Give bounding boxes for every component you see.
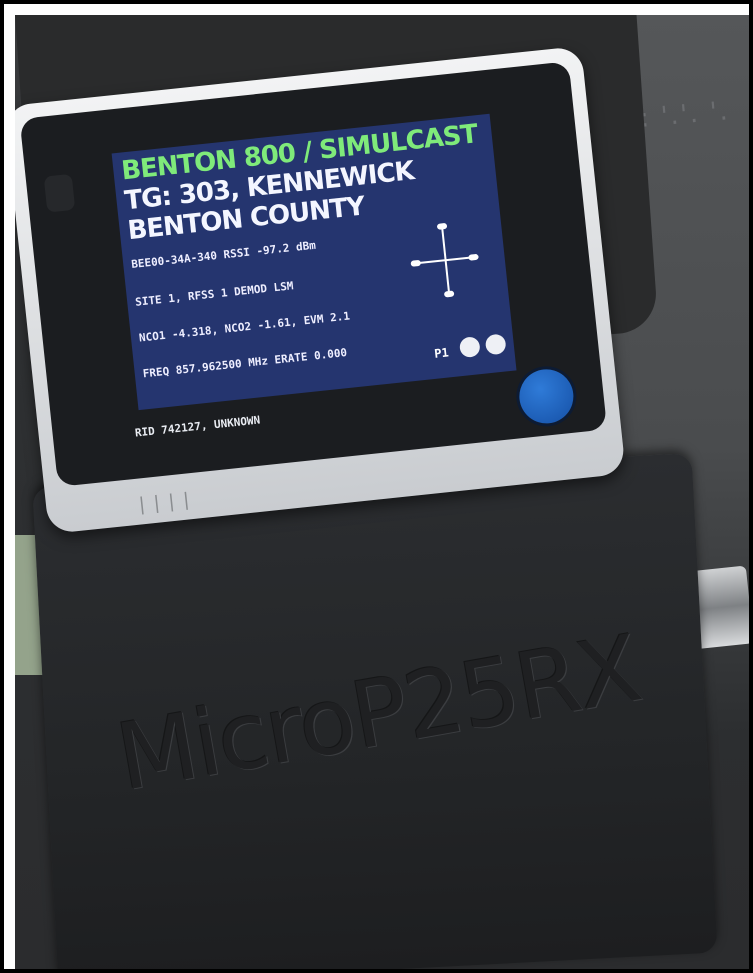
status-led-icon [458, 336, 481, 359]
photo: : '.'. '. MicroP25RX BENTON 800 / SIMULC… [15, 15, 749, 969]
constellation-point-right [468, 253, 479, 261]
receiver-case: MicroP25RX [32, 453, 718, 969]
case-embossed-label: MicroP25RX [109, 614, 648, 812]
screen-nco-evm: NCO1 -4.318, NCO2 -1.61, EVM 2.1 [138, 309, 351, 345]
constellation-point-top [436, 222, 448, 230]
lcd-screen: BENTON 800 / SIMULCAST TG: 303, KENNEWIC… [111, 113, 517, 411]
constellation-point-left [410, 259, 422, 267]
display-device: BENTON 800 / SIMULCAST TG: 303, KENNEWIC… [15, 45, 626, 535]
camera-icon [43, 173, 76, 213]
constellation-plot-icon [407, 218, 485, 305]
constellation-point-bottom [443, 290, 455, 298]
screen-freq-erate: FREQ 857.962500 MHz ERATE 0.000 [142, 346, 348, 381]
screen-site-demod: SITE 1, RFSS 1 DEMOD LSM [134, 279, 295, 309]
status-led-icon [484, 333, 507, 356]
photo-frame: : '.'. '. MicroP25RX BENTON 800 / SIMULC… [0, 0, 753, 973]
phase-label: P1 [433, 345, 450, 361]
screen-sysid-rssi: BEE00-34A-340 RSSI -97.2 dBm [130, 238, 317, 272]
screen-rid-line: RID 742127, UNKNOWN [134, 413, 261, 440]
device-glass: BENTON 800 / SIMULCAST TG: 303, KENNEWIC… [19, 61, 608, 487]
